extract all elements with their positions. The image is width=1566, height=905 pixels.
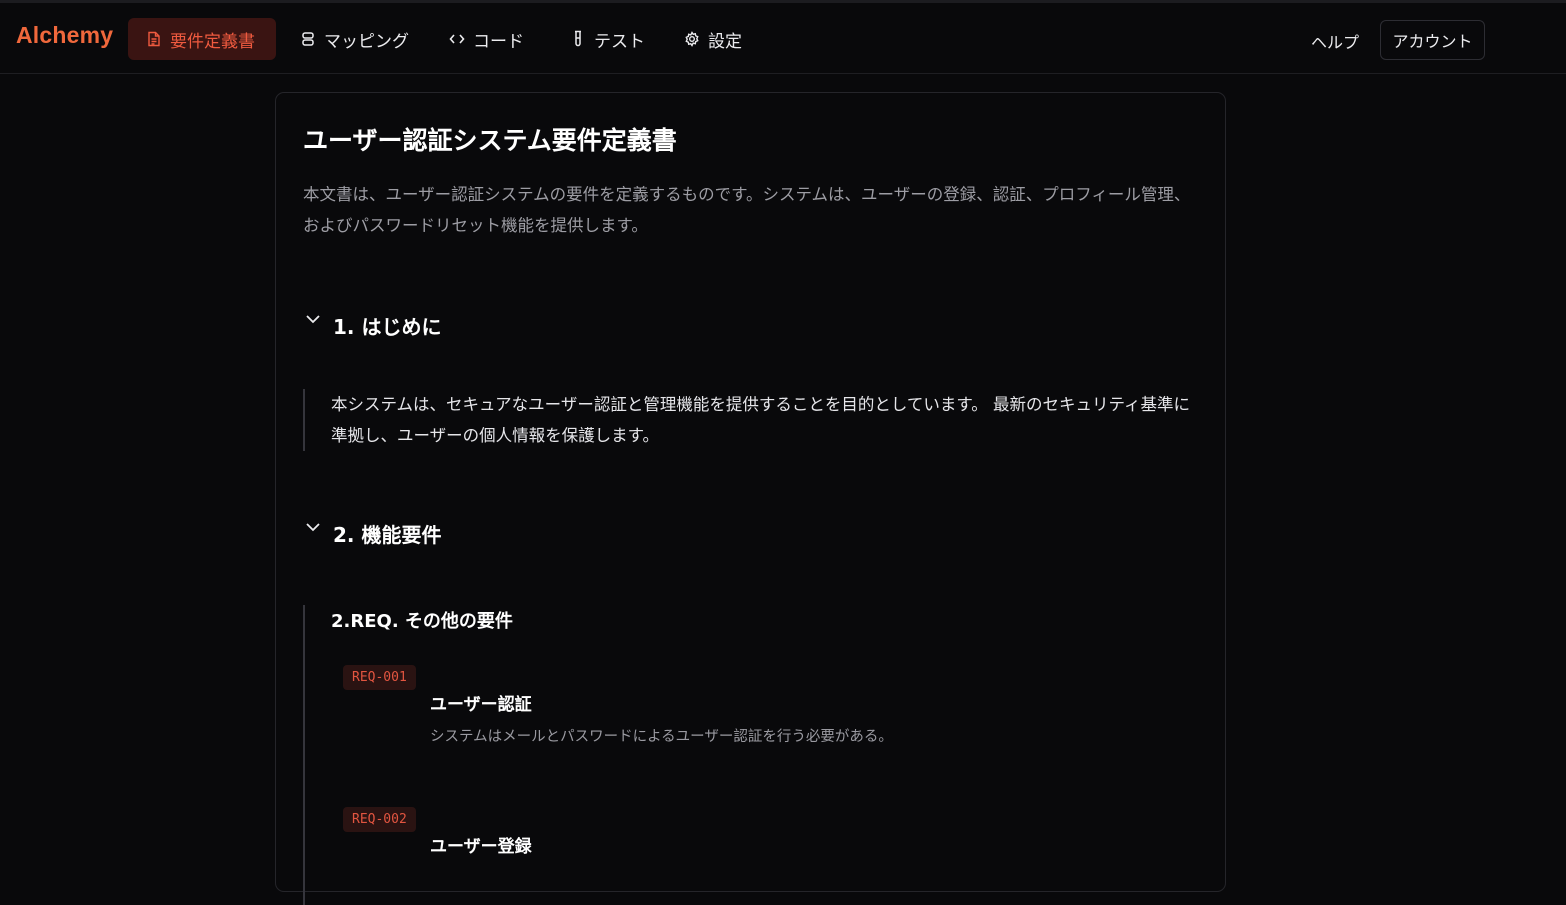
- subsection-title: 2.REQ. その他の要件: [331, 611, 513, 632]
- document-description: 本文書は、ユーザー認証システムの要件を定義するものです。システムは、ユーザーの登…: [303, 185, 1191, 235]
- nav-tab-test[interactable]: テスト: [552, 18, 659, 60]
- section-title: 2. 機能要件: [333, 523, 442, 547]
- document-icon: [146, 31, 162, 47]
- nav-tab-label: テスト: [594, 31, 645, 52]
- section-text: 本システムは、セキュアなユーザー認証と管理機能を提供することを目的としています。…: [331, 395, 1190, 445]
- section-body-functional-requirements: 2.REQ. その他の要件: [303, 605, 1193, 905]
- section-header-introduction[interactable]: 1. はじめに: [303, 311, 441, 340]
- top-navigation-bar: Alchemy 要件定義書 マッピング コード テスト 設定 ヘルプ アカウント: [0, 0, 1566, 74]
- nav-tab-label: コード: [473, 31, 524, 52]
- section-header-functional-requirements[interactable]: 2. 機能要件: [303, 519, 441, 548]
- nav-tab-mapping[interactable]: マッピング: [282, 18, 423, 60]
- chevron-down-icon[interactable]: [303, 309, 323, 329]
- nav-tab-label: 設定: [708, 31, 742, 52]
- link-icon: [300, 31, 316, 47]
- nav-tab-code[interactable]: コード: [431, 18, 538, 60]
- requirement-title: ユーザー登録: [430, 837, 532, 857]
- section-title: 1. はじめに: [333, 315, 442, 339]
- nav-tab-label: マッピング: [324, 31, 409, 52]
- document-title: ユーザー認証システム要件定義書: [303, 126, 677, 155]
- app-logo[interactable]: Alchemy: [16, 22, 113, 49]
- requirement-id-badge: REQ-002: [343, 807, 416, 832]
- gear-icon: [684, 31, 700, 47]
- help-link[interactable]: ヘルプ: [1311, 29, 1359, 53]
- requirement-id-badge: REQ-001: [343, 665, 416, 690]
- section-body-introduction: 本システムは、セキュアなユーザー認証と管理機能を提供することを目的としています。…: [303, 389, 1193, 451]
- requirement-title: ユーザー認証: [430, 695, 532, 715]
- chevron-down-icon[interactable]: [303, 517, 323, 537]
- account-button[interactable]: アカウント: [1380, 20, 1485, 60]
- nav-tab-label: 要件定義書: [170, 31, 255, 52]
- code-icon: [449, 31, 465, 47]
- nav-tab-requirements[interactable]: 要件定義書: [128, 18, 276, 60]
- requirements-document-card: ユーザー認証システム要件定義書 本文書は、ユーザー認証システムの要件を定義するも…: [275, 92, 1226, 905]
- requirement-description: システムはメールとパスワードによるユーザー認証を行う必要がある。: [430, 729, 893, 745]
- test-tube-icon: [570, 30, 586, 47]
- nav-tab-settings[interactable]: 設定: [666, 18, 756, 60]
